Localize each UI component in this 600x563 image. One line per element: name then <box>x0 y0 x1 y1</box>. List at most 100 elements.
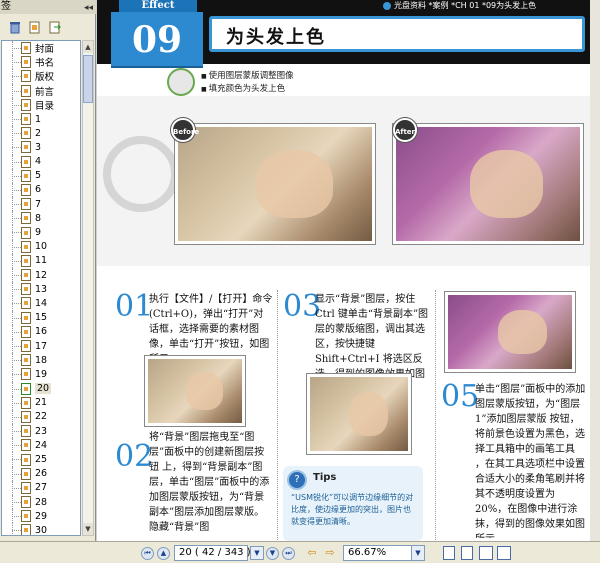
bookmark-item[interactable]: 24 <box>2 438 80 453</box>
tree-line <box>12 260 21 262</box>
bookmark-item[interactable]: 4 <box>2 154 80 169</box>
bullet-item: 使用图层蒙版调整图像 <box>201 70 294 83</box>
bookmark-item[interactable]: 前言 <box>2 83 80 98</box>
bookmark-item[interactable]: 27 <box>2 480 80 495</box>
bookmark-item[interactable]: 9 <box>2 225 80 240</box>
bookmark-item[interactable]: 22 <box>2 409 80 425</box>
pdf-reader-window: 签 ◂◂ 封面 书名 版权 前言 目录 1 2 3 4 5 6 7 8 9 10 11 12 13 14 15 16 17… <box>0 0 600 563</box>
bookmark-item[interactable]: 7 <box>2 197 80 212</box>
bookmark-page-icon <box>21 354 31 367</box>
bookmark-item[interactable]: 12 <box>2 268 80 283</box>
bookmark-item[interactable]: 23 <box>2 424 80 439</box>
bookmark-item[interactable]: 16 <box>2 324 80 339</box>
scrollbar-thumb[interactable] <box>83 55 93 103</box>
bookmark-scrollbar[interactable]: ▲ ▼ <box>82 40 94 536</box>
bookmark-label: 6 <box>35 184 42 196</box>
bookmark-item[interactable]: 10 <box>2 239 80 254</box>
bookmark-item[interactable]: 25 <box>2 452 80 467</box>
bookmark-item[interactable]: 3 <box>2 140 80 155</box>
bookmark-item[interactable]: 18 <box>2 353 80 368</box>
back-arrow-icon[interactable]: ⇦ <box>304 546 320 560</box>
bookmark-item[interactable]: 17 <box>2 338 80 354</box>
title-box: 为头发上色 <box>209 16 585 52</box>
bookmark-label: 5 <box>35 170 42 182</box>
effect-number: 09 <box>111 12 203 68</box>
bookmark-item[interactable]: 5 <box>2 168 80 183</box>
bookmark-item[interactable]: 21 <box>2 395 80 410</box>
tree-line <box>12 459 21 461</box>
bookmark-item[interactable]: 28 <box>2 495 80 510</box>
previous-page-icon[interactable]: ▲ <box>157 547 170 560</box>
continuous-facing-view-icon[interactable] <box>497 546 511 560</box>
zoom-value: 66.67% <box>348 547 387 558</box>
face-shape <box>497 309 548 355</box>
bookmark-page-icon <box>21 340 31 353</box>
bookmark-tree[interactable]: 封面 书名 版权 前言 目录 1 2 3 4 5 6 7 8 9 10 11 12 13 14 15 16 17 18 19 2… <box>1 40 81 536</box>
bookmark-item[interactable]: 书名 <box>2 55 80 70</box>
tree-line <box>12 246 21 248</box>
document-view[interactable]: Effect 09 为头发上色 光盘资料 *案例 *CH 01 *09为头发上色… <box>97 0 600 541</box>
bookmark-item[interactable]: 15 <box>2 310 80 325</box>
continuous-view-icon[interactable] <box>461 546 473 560</box>
bookmark-page-icon <box>21 84 31 97</box>
bookmark-page-icon <box>21 410 31 423</box>
page-number-field[interactable]: 20 ( 42 / 343 ) <box>174 545 251 561</box>
single-page-view-icon[interactable] <box>443 546 455 560</box>
bookmark-page-icon <box>21 524 31 535</box>
bookmark-item[interactable]: 30 <box>2 523 80 535</box>
collapse-panel-icon[interactable]: ◂◂ <box>84 1 93 15</box>
bookmark-new-icon[interactable] <box>28 20 42 34</box>
tree-line <box>12 76 21 78</box>
bookmark-item[interactable]: 11 <box>2 253 80 268</box>
panel-title-text: 签 <box>1 1 11 12</box>
bookmark-item[interactable]: 14 <box>2 296 80 311</box>
tree-line <box>12 416 21 418</box>
facing-view-icon[interactable] <box>479 546 493 560</box>
info-icon: ? <box>287 470 307 490</box>
bookmark-item[interactable]: 20 <box>2 381 80 396</box>
bookmark-item[interactable]: 版权 <box>2 69 80 84</box>
bookmark-item[interactable]: 2 <box>2 126 80 141</box>
bookmark-label: 10 <box>35 241 48 253</box>
bookmark-item[interactable]: 1 <box>2 111 80 127</box>
bookmark-label: 封面 <box>35 44 55 56</box>
bookmark-page-icon <box>21 453 31 466</box>
tree-line <box>12 388 21 390</box>
bookmark-item[interactable]: 29 <box>2 509 80 524</box>
bookmark-page-icon <box>21 155 31 168</box>
bookmark-label: 前言 <box>35 86 55 98</box>
bullet-item: 填充颜色为头发上色 <box>201 83 294 96</box>
tree-line <box>12 402 21 404</box>
bookmark-page-icon <box>21 212 31 225</box>
bookmark-item[interactable]: 8 <box>2 211 80 226</box>
first-page-icon[interactable]: ⏮ <box>141 547 154 560</box>
document-scrollbar[interactable] <box>590 0 600 541</box>
bookmark-item[interactable]: 封面 <box>2 41 80 56</box>
last-page-icon[interactable]: ⏭ <box>282 547 295 560</box>
bookmark-label: 7 <box>35 198 42 210</box>
bookmark-label: 29 <box>35 510 48 522</box>
forward-arrow-icon[interactable]: ⇨ <box>322 546 338 560</box>
bookmark-item[interactable]: 19 <box>2 367 80 382</box>
bookmark-label: 26 <box>35 468 48 480</box>
bookmark-item[interactable]: 26 <box>2 466 80 481</box>
bookmark-label: 17 <box>35 340 48 352</box>
page-dropdown-icon[interactable]: ▼ <box>250 546 264 560</box>
tree-line <box>12 445 21 447</box>
bookmark-export-icon[interactable] <box>48 20 62 34</box>
zoom-field[interactable]: 66.67% ▼ <box>343 545 425 561</box>
zoom-dropdown-icon[interactable]: ▼ <box>411 546 424 560</box>
tree-line <box>12 104 21 106</box>
bookmark-page-icon <box>21 382 31 395</box>
disc-icon <box>383 1 391 10</box>
bookmark-item[interactable]: 目录 <box>2 97 80 112</box>
trash-icon[interactable] <box>8 20 22 34</box>
bookmark-label: 书名 <box>35 58 55 70</box>
bookmark-label: 21 <box>35 397 48 409</box>
bookmark-item[interactable]: 6 <box>2 182 80 198</box>
bookmark-label: 20 <box>35 383 52 395</box>
scroll-up-icon[interactable]: ▲ <box>83 41 93 53</box>
next-page-icon[interactable]: ▼ <box>266 547 279 560</box>
scroll-down-icon[interactable]: ▼ <box>83 523 93 535</box>
bookmark-item[interactable]: 13 <box>2 282 80 297</box>
